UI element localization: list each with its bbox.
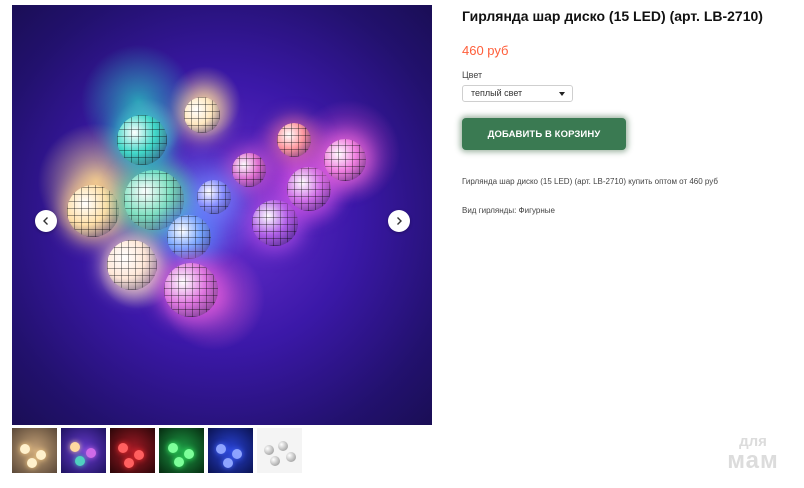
- gallery-prev-button[interactable]: [35, 210, 57, 232]
- gallery-next-button[interactable]: [388, 210, 410, 232]
- thumb-warm[interactable]: [12, 428, 57, 473]
- disco-ball: [324, 139, 366, 181]
- thumb-green[interactable]: [159, 428, 204, 473]
- chevron-right-icon: [397, 217, 402, 225]
- color-label: Цвет: [462, 70, 483, 80]
- disco-ball: [167, 215, 211, 259]
- disco-ball: [107, 240, 157, 290]
- chevron-left-icon: [43, 217, 48, 225]
- disco-ball: [197, 180, 231, 214]
- watermark-logo: для мам: [716, 434, 790, 473]
- disco-ball: [117, 115, 167, 165]
- disco-ball: [232, 153, 266, 187]
- disco-ball: [277, 123, 311, 157]
- disco-ball: [252, 200, 298, 246]
- thumbnail-strip: [12, 428, 302, 473]
- garland-type: Вид гирлянды: Фигурные: [462, 206, 555, 215]
- color-select-value: теплый свет: [471, 88, 523, 98]
- thumb-red[interactable]: [110, 428, 155, 473]
- product-description: Гирлянда шар диско (15 LED) (арт. LB-271…: [462, 177, 718, 186]
- caret-down-icon: [559, 92, 565, 96]
- thumb-multicolor[interactable]: [61, 428, 106, 473]
- add-to-cart-button[interactable]: ДОБАВИТЬ В КОРЗИНУ: [462, 118, 626, 150]
- thumb-silver[interactable]: [257, 428, 302, 473]
- disco-ball: [164, 263, 218, 317]
- product-title: Гирлянда шар диско (15 LED) (арт. LB-271…: [462, 8, 763, 24]
- color-select[interactable]: теплый свет: [462, 85, 573, 102]
- disco-ball: [184, 97, 220, 133]
- watermark-line2: мам: [727, 447, 779, 474]
- product-main-image[interactable]: [12, 5, 432, 425]
- disco-ball: [287, 167, 331, 211]
- product-price: 460 руб: [462, 43, 509, 58]
- disco-ball: [67, 185, 119, 237]
- thumb-blue[interactable]: [208, 428, 253, 473]
